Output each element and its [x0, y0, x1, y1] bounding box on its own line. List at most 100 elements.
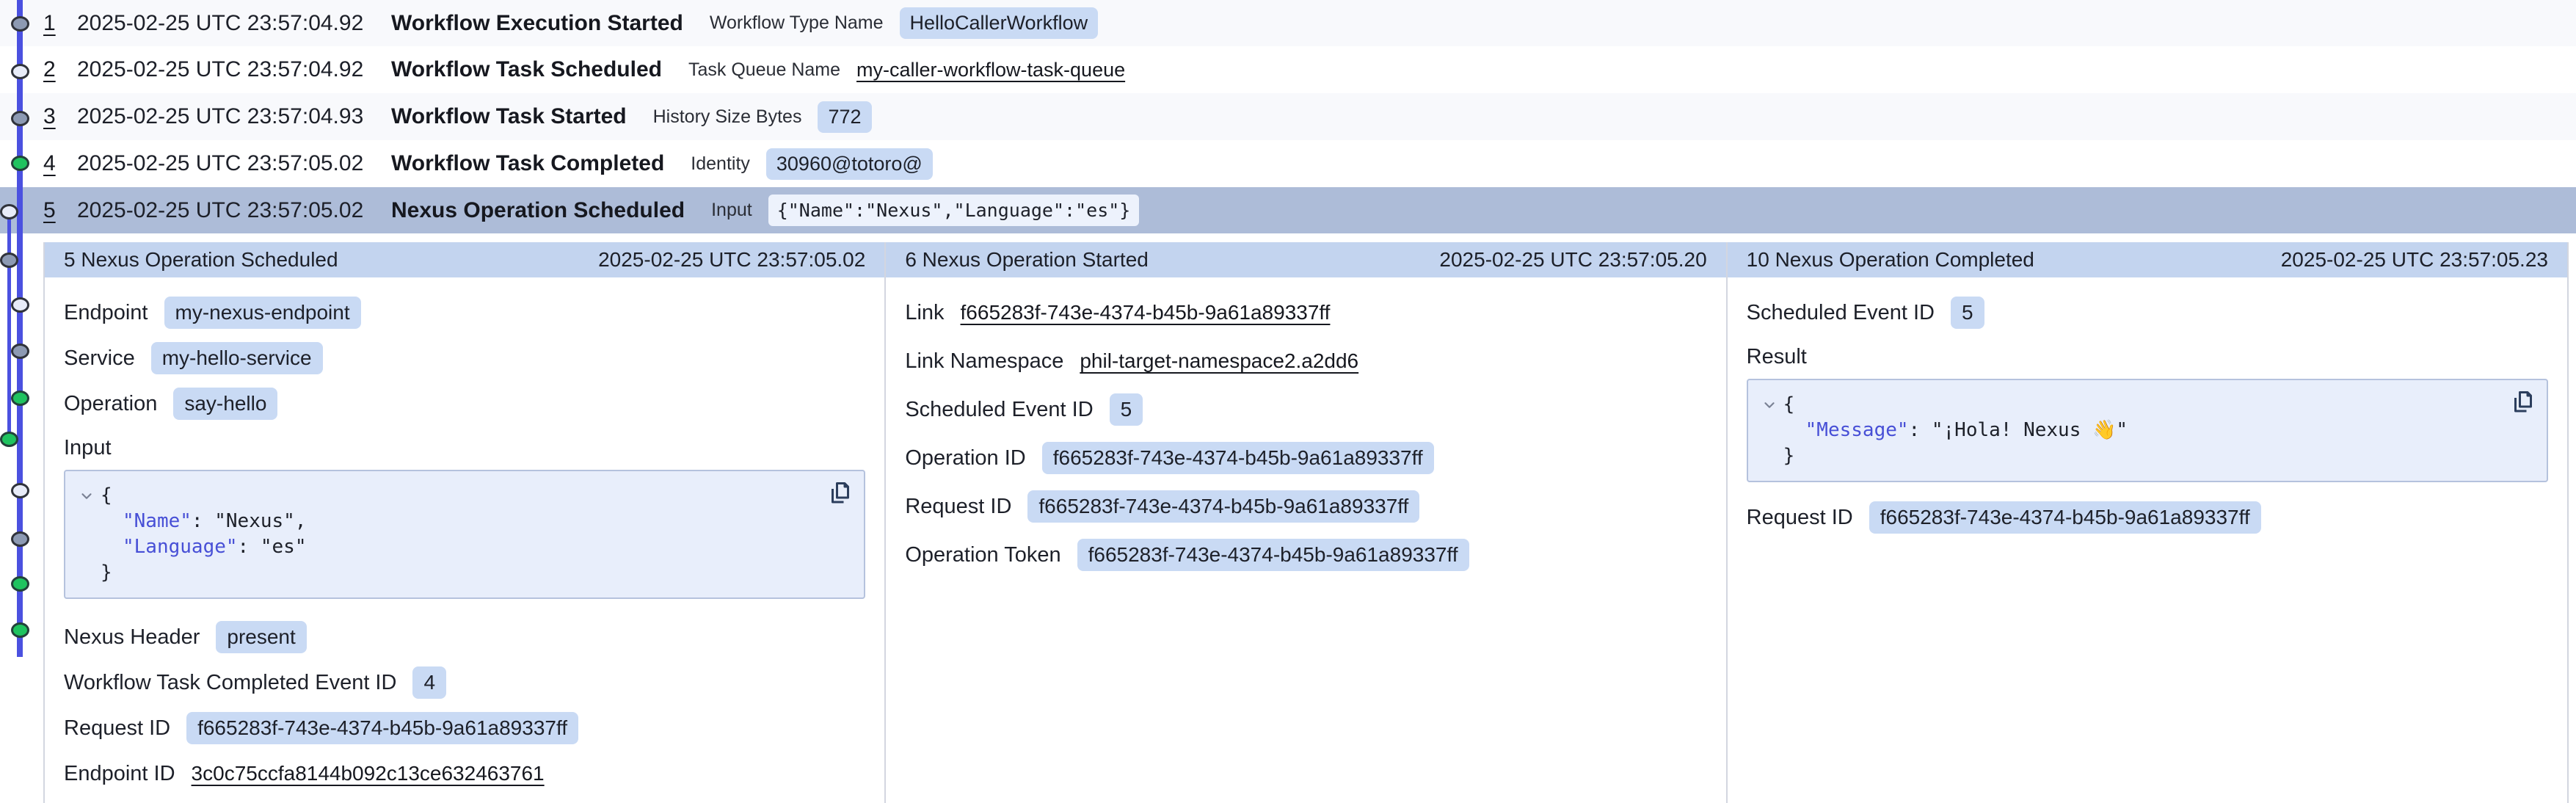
workflow-type-badge: HelloCallerWorkflow [900, 7, 1099, 39]
operation-label: Operation [64, 392, 157, 416]
input-json-viewer: { "Name": "Nexus", "Language": "es" } [64, 470, 865, 599]
event-row-2[interactable]: 2 2025-02-25 UTC 23:57:04.92 Workflow Ta… [0, 46, 2576, 93]
panel-nexus-operation-scheduled: 5 Nexus Operation Scheduled 2025-02-25 U… [45, 242, 886, 803]
timeline-dot [11, 483, 29, 498]
link-namespace-link[interactable]: phil-target-namespace2.a2dd6 [1080, 349, 1358, 373]
panel-header: 6 Nexus Operation Started 2025-02-25 UTC… [886, 242, 1725, 277]
timeline-dot [11, 64, 29, 79]
request-id-badge: f665283f-743e-4374-b45b-9a61a89337ff [1869, 501, 2261, 534]
panel-timestamp: 2025-02-25 UTC 23:57:05.23 [2281, 248, 2548, 272]
request-id-label: Request ID [1747, 506, 1853, 530]
nexus-header-badge: present [216, 621, 306, 653]
event-time: 2025-02-25 UTC 23:57:05.02 [77, 198, 391, 223]
endpoint-id-label: Endpoint ID [64, 762, 175, 786]
endpoint-id-link[interactable]: 3c0c75ccfa8144b092c13ce632463761 [192, 762, 545, 785]
timeline-dot [11, 297, 29, 313]
panel-header: 5 Nexus Operation Scheduled 2025-02-25 U… [45, 242, 884, 277]
event-time: 2025-02-25 UTC 23:57:04.93 [77, 104, 391, 129]
event-id-link[interactable]: 2 [43, 57, 77, 82]
event-field-label: Task Queue Name [688, 59, 840, 81]
scheduled-event-id-label: Scheduled Event ID [905, 398, 1093, 422]
timeline-dot [11, 111, 29, 126]
result-json-viewer: { "Message": "¡Hola! Nexus 👋" } [1747, 379, 2548, 482]
event-row-5-selected[interactable]: 5 2025-02-25 UTC 23:57:05.02 Nexus Opera… [0, 187, 2576, 233]
workflow-task-completed-event-id-badge: 4 [412, 666, 446, 699]
history-size-badge: 772 [818, 101, 871, 133]
panel-timestamp: 2025-02-25 UTC 23:57:05.20 [1439, 248, 1706, 272]
task-queue-link[interactable]: my-caller-workflow-task-queue [856, 59, 1125, 81]
json-open-brace: { [101, 483, 112, 509]
panel-title: 10 Nexus Operation Completed [1747, 248, 2034, 272]
operation-badge: say-hello [173, 388, 277, 420]
panel-header: 10 Nexus Operation Completed 2025-02-25 … [1728, 242, 2567, 277]
timeline-dot [11, 531, 29, 547]
json-close-brace: } [101, 562, 112, 584]
endpoint-label: Endpoint [64, 301, 148, 325]
link-namespace-label: Link Namespace [905, 349, 1063, 374]
event-id-link[interactable]: 4 [43, 151, 77, 176]
event-group-detail-panels: 5 Nexus Operation Scheduled 2025-02-25 U… [43, 242, 2569, 803]
panel-nexus-operation-completed: 10 Nexus Operation Completed 2025-02-25 … [1728, 242, 2569, 803]
event-name: Nexus Operation Scheduled [391, 198, 685, 223]
scheduled-event-id-badge: 5 [1951, 297, 1984, 329]
timeline-dot [11, 344, 29, 359]
operation-token-badge: f665283f-743e-4374-b45b-9a61a89337ff [1077, 539, 1469, 571]
json-value: : "es" [238, 536, 307, 558]
timeline-branch-dot [0, 252, 18, 268]
event-row-4[interactable]: 4 2025-02-25 UTC 23:57:05.02 Workflow Ta… [0, 140, 2576, 187]
event-name: Workflow Task Started [391, 104, 627, 129]
workflow-task-completed-event-id-label: Workflow Task Completed Event ID [64, 671, 396, 695]
event-time: 2025-02-25 UTC 23:57:04.92 [77, 11, 391, 36]
workflow-event-history-view: 1 2025-02-25 UTC 23:57:04.92 Workflow Ex… [0, 0, 2576, 803]
copy-icon [2510, 389, 2536, 415]
link-label: Link [905, 301, 944, 325]
service-label: Service [64, 346, 135, 371]
panel-title: 6 Nexus Operation Started [905, 248, 1149, 272]
event-id-link[interactable]: 3 [43, 104, 77, 129]
request-id-label: Request ID [905, 495, 1011, 519]
scheduled-event-id-label: Scheduled Event ID [1747, 301, 1935, 325]
event-row-1[interactable]: 1 2025-02-25 UTC 23:57:04.92 Workflow Ex… [0, 0, 2576, 46]
json-close-brace: } [1783, 445, 1795, 467]
timeline-dot [11, 390, 29, 406]
timeline-dot [11, 156, 29, 171]
timeline-dot [11, 16, 29, 32]
event-name: Workflow Task Completed [391, 151, 664, 176]
event-field-label: History Size Bytes [653, 106, 802, 128]
copy-button[interactable] [827, 480, 854, 506]
copy-icon [827, 480, 854, 506]
collapse-chevron-icon[interactable] [1761, 397, 1778, 413]
event-name: Workflow Task Scheduled [391, 57, 662, 82]
panel-title: 5 Nexus Operation Scheduled [64, 248, 338, 272]
json-key: "Language" [123, 536, 238, 558]
operation-id-label: Operation ID [905, 446, 1025, 470]
timeline-dot [11, 576, 29, 592]
input-json-badge: {"Name":"Nexus","Language":"es"} [768, 195, 1140, 226]
panel-timestamp: 2025-02-25 UTC 23:57:05.02 [598, 248, 865, 272]
event-time: 2025-02-25 UTC 23:57:05.02 [77, 151, 391, 176]
nexus-header-label: Nexus Header [64, 625, 200, 650]
event-row-3[interactable]: 3 2025-02-25 UTC 23:57:04.93 Workflow Ta… [0, 93, 2576, 140]
scheduled-event-id-badge: 5 [1110, 393, 1143, 426]
request-id-badge: f665283f-743e-4374-b45b-9a61a89337ff [186, 712, 578, 744]
collapse-chevron-icon[interactable] [79, 488, 95, 504]
service-badge: my-hello-service [151, 342, 323, 374]
panel-nexus-operation-started: 6 Nexus Operation Started 2025-02-25 UTC… [886, 242, 1727, 803]
operation-token-label: Operation Token [905, 543, 1060, 567]
event-id-link[interactable]: 5 [43, 198, 77, 223]
json-key: "Message" [1805, 419, 1909, 441]
request-id-label: Request ID [64, 716, 170, 741]
link-uuid-link[interactable]: f665283f-743e-4374-b45b-9a61a89337ff [961, 301, 1331, 324]
timeline-dot [11, 622, 29, 638]
copy-button[interactable] [2510, 389, 2536, 415]
json-value: : "Nexus", [192, 510, 307, 532]
json-value: : "¡Hola! Nexus 👋" [1909, 419, 2128, 441]
timeline-rail-main [17, 0, 23, 657]
event-field-label: Identity [691, 153, 750, 175]
timeline-rail-branch [7, 211, 11, 440]
request-id-badge: f665283f-743e-4374-b45b-9a61a89337ff [1027, 490, 1419, 523]
event-field-label: Workflow Type Name [710, 12, 884, 34]
event-id-link[interactable]: 1 [43, 11, 77, 36]
result-label: Result [1747, 345, 1807, 369]
event-name: Workflow Execution Started [391, 11, 683, 36]
